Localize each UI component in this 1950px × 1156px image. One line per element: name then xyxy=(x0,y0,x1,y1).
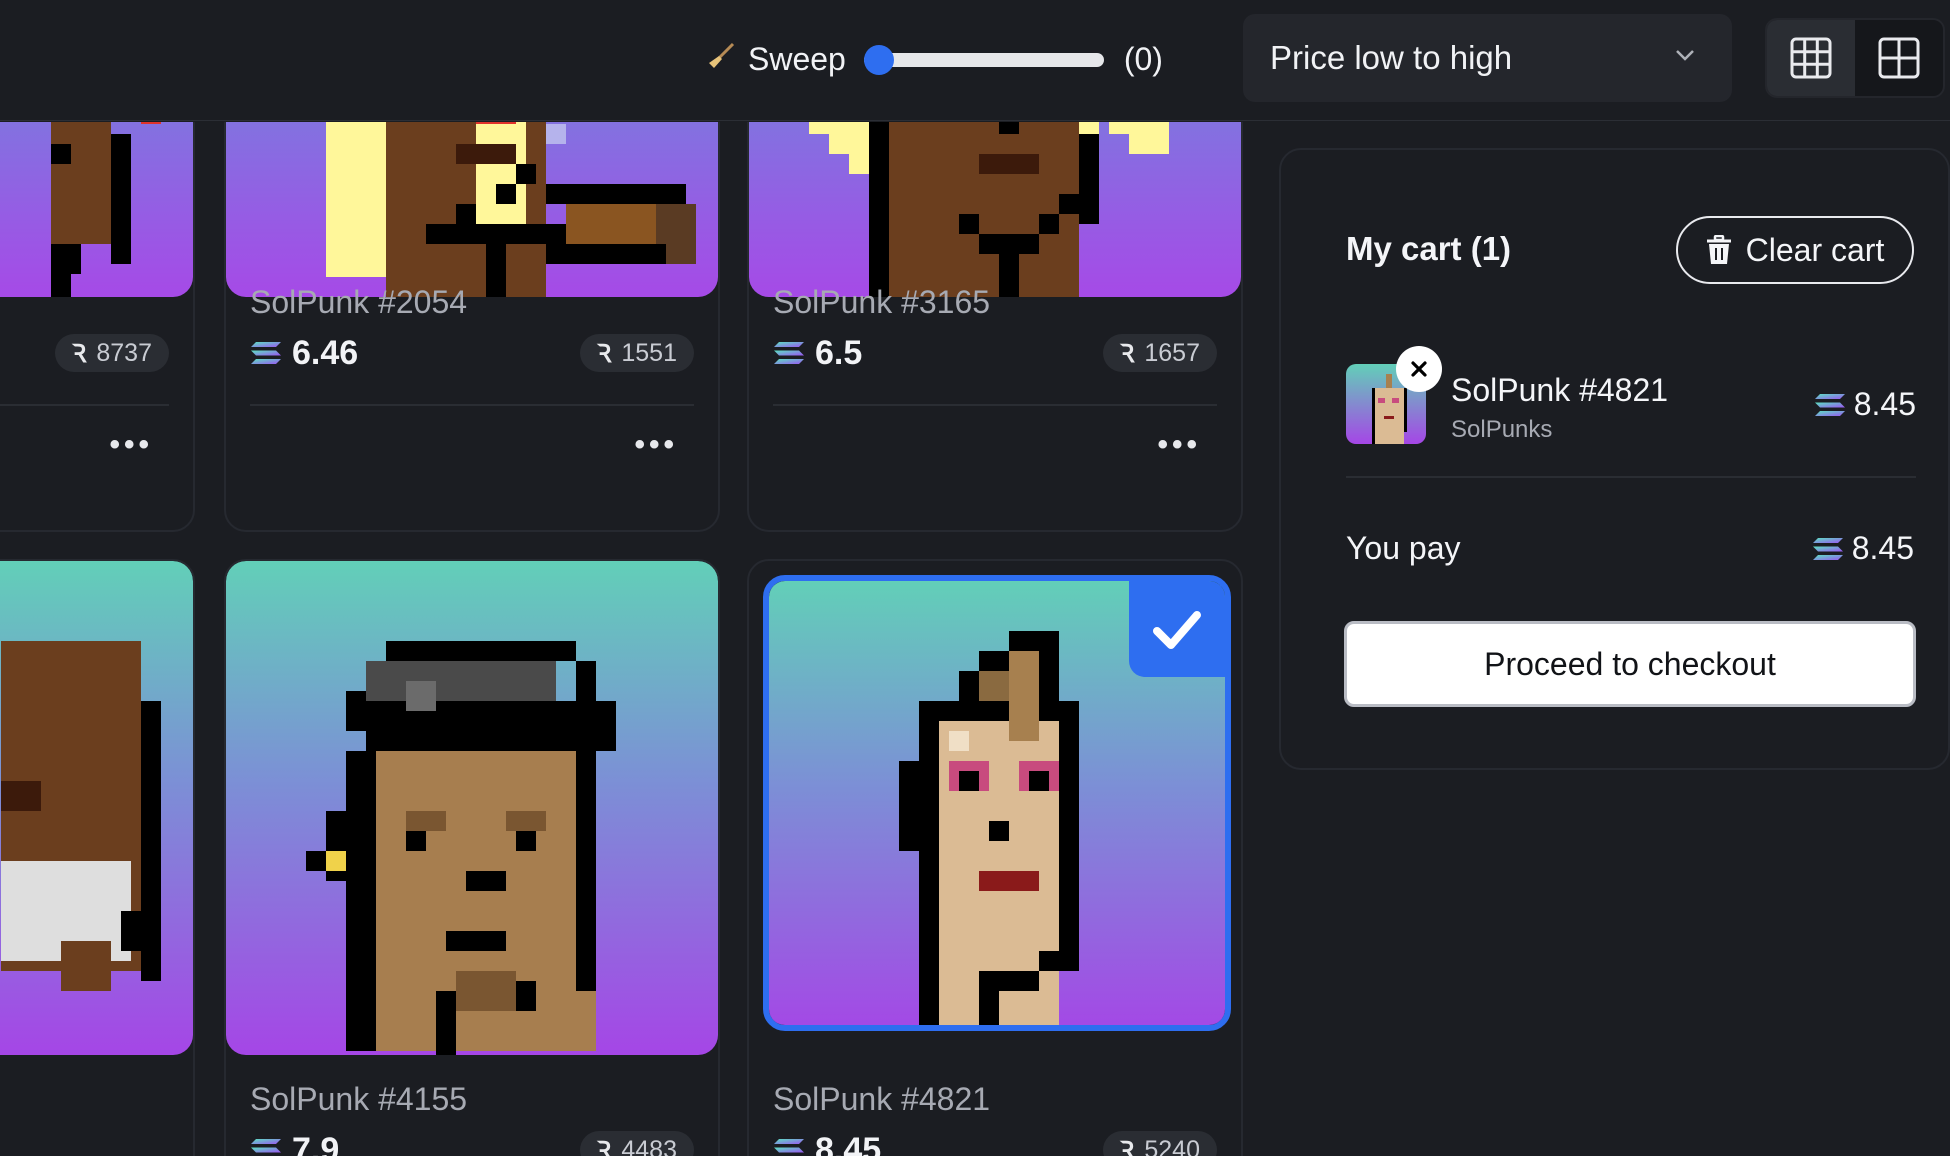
rank-value: 4483 xyxy=(621,1135,677,1156)
rarity-r-icon: Ꝛ xyxy=(596,340,612,368)
nft-price: 8.45 xyxy=(815,1130,882,1156)
solana-icon xyxy=(1812,537,1844,561)
solana-icon xyxy=(1814,393,1846,417)
you-pay-label: You pay xyxy=(1346,530,1461,566)
grid-2x2-icon xyxy=(1878,37,1920,79)
rank-value: 1551 xyxy=(621,338,677,367)
nft-name: SolPunk #4821 xyxy=(773,1081,991,1117)
nft-grid: Ꝛ 8737 ••• SolPunk #2054 6.46 Ꝛ 1551 •••… xyxy=(0,122,1250,1156)
rank-badge: Ꝛ 1551 xyxy=(579,334,694,372)
cart-item: SolPunk #4821 SolPunks 8.45 xyxy=(1346,346,1916,448)
rank-badge: Ꝛ 4483 xyxy=(579,1131,694,1156)
sweep-slider-track[interactable] xyxy=(863,53,1104,67)
cart-item-name: SolPunk #4821 xyxy=(1451,372,1669,408)
rank-badge: Ꝛ 8737 xyxy=(54,334,169,372)
rarity-r-icon: Ꝛ xyxy=(1119,1137,1135,1156)
sweep-slider[interactable] xyxy=(863,39,1104,79)
sort-dropdown[interactable]: Price low to high xyxy=(1243,14,1732,102)
grid-size-toggle xyxy=(1765,18,1945,98)
grid-3x3-icon xyxy=(1790,37,1832,79)
clear-cart-button[interactable]: Clear cart xyxy=(1676,216,1914,284)
large-grid-button[interactable] xyxy=(1855,20,1943,96)
cart-item-price: 8.45 xyxy=(1814,386,1916,423)
nft-name: SolPunk #3165 xyxy=(773,284,991,320)
nft-card[interactable] xyxy=(0,559,195,1156)
cart-item-collection: SolPunks xyxy=(1451,416,1553,443)
checkmark-icon xyxy=(1153,611,1201,649)
cart-item-price-value: 8.45 xyxy=(1853,386,1916,422)
selected-frame xyxy=(763,575,1231,1031)
price-row: Ꝛ 8737 xyxy=(0,331,169,375)
dense-grid-button[interactable] xyxy=(1767,20,1855,96)
solana-icon xyxy=(250,341,282,365)
chevron-down-icon xyxy=(1676,50,1694,61)
trash-icon xyxy=(1706,235,1731,264)
cart-panel: My cart (1) Clear cart SolPunk #4821 Sol… xyxy=(1279,148,1950,770)
sweep-count: (0) xyxy=(1123,40,1163,77)
solana-icon xyxy=(773,1138,805,1156)
sweep-label: Sweep xyxy=(748,40,846,77)
you-pay-total: 8.45 xyxy=(1812,530,1914,567)
rank-value: 5240 xyxy=(1144,1135,1200,1156)
nft-card[interactable]: SolPunk #2054 6.46 Ꝛ 1551 ••• xyxy=(224,122,720,532)
rank-badge: Ꝛ 5240 xyxy=(1102,1131,1217,1156)
clear-cart-label: Clear cart xyxy=(1745,231,1885,268)
cart-divider xyxy=(1346,476,1916,478)
nft-image xyxy=(0,561,193,1055)
more-options-button[interactable]: ••• xyxy=(1157,428,1201,462)
you-pay-value: 8.45 xyxy=(1851,530,1914,566)
sweep-control: Sweep (0) xyxy=(706,28,1163,90)
nft-card-selected[interactable]: SolPunk #4821 8.45 Ꝛ 5240 xyxy=(747,559,1243,1156)
card-divider xyxy=(0,404,169,406)
card-divider xyxy=(773,404,1217,406)
nft-image xyxy=(226,561,718,1055)
rank-badge: Ꝛ 1657 xyxy=(1102,334,1217,372)
nft-price: 6.46 xyxy=(292,333,359,372)
nft-card[interactable]: SolPunk #3165 6.5 Ꝛ 1657 ••• xyxy=(747,122,1243,532)
nft-price: 6.5 xyxy=(815,333,863,372)
more-options-button[interactable]: ••• xyxy=(109,428,153,462)
cart-title: My cart (1) xyxy=(1346,230,1512,267)
rarity-r-icon: Ꝛ xyxy=(596,1137,612,1156)
rank-value: 1657 xyxy=(1144,338,1200,367)
nft-price: 7.9 xyxy=(292,1130,340,1156)
rank-value: 8737 xyxy=(96,338,152,367)
proceed-to-checkout-button[interactable]: Proceed to checkout xyxy=(1344,621,1916,707)
solana-icon xyxy=(250,1138,282,1156)
nft-image xyxy=(749,122,1241,297)
broom-icon xyxy=(706,41,744,78)
nft-card[interactable]: Ꝛ 8737 ••• xyxy=(0,122,195,532)
sort-selected-value: Price low to high xyxy=(1270,39,1513,76)
card-divider xyxy=(250,404,694,406)
remove-item-button[interactable] xyxy=(1396,346,1442,392)
price-row: 6.5 Ꝛ 1657 xyxy=(773,331,1217,375)
rarity-r-icon: Ꝛ xyxy=(71,340,87,368)
nft-card[interactable]: SolPunk #4155 7.9 Ꝛ 4483 xyxy=(224,559,720,1156)
nft-name: SolPunk #4155 xyxy=(250,1081,468,1117)
nft-name: SolPunk #2054 xyxy=(250,284,468,320)
price-row: 6.46 Ꝛ 1551 xyxy=(250,331,694,375)
price-row: 7.9 Ꝛ 4483 xyxy=(250,1128,694,1156)
nft-image xyxy=(0,122,193,297)
top-toolbar: Sweep (0) Price low to high xyxy=(0,0,1950,121)
solana-icon xyxy=(773,341,805,365)
more-options-button[interactable]: ••• xyxy=(634,428,678,462)
sweep-slider-thumb[interactable] xyxy=(863,45,894,75)
close-icon xyxy=(1411,361,1427,377)
rarity-r-icon: Ꝛ xyxy=(1119,340,1135,368)
selected-badge[interactable] xyxy=(1129,581,1225,677)
nft-image xyxy=(226,122,718,297)
price-row: 8.45 Ꝛ 5240 xyxy=(773,1128,1217,1156)
